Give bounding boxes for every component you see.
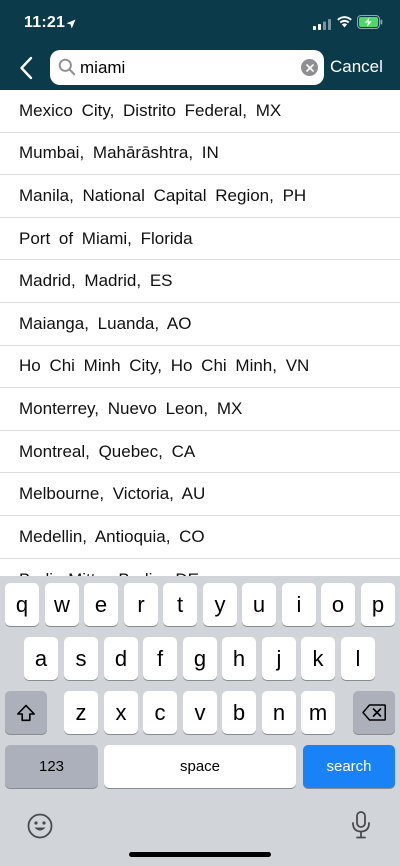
key-a[interactable]: a — [24, 637, 58, 680]
home-indicator — [129, 852, 271, 857]
navigation-header: 11:21 miami Cancel — [0, 0, 400, 90]
key-z[interactable]: z — [64, 691, 98, 734]
key-c[interactable]: c — [143, 691, 177, 734]
key-q[interactable]: q — [5, 583, 39, 626]
location-arrow-icon — [66, 16, 76, 34]
result-row[interactable]: Melbourne, Victoria, AU — [0, 473, 400, 516]
cancel-button[interactable]: Cancel — [330, 57, 383, 77]
key-n[interactable]: n — [262, 691, 296, 734]
search-key[interactable]: search — [303, 745, 395, 788]
result-row[interactable]: Port of Miami, Florida — [0, 218, 400, 261]
search-field[interactable] — [50, 50, 324, 85]
search-icon — [58, 58, 76, 81]
result-row[interactable]: Monterrey, Nuevo Leon, MX — [0, 388, 400, 431]
key-e[interactable]: e — [84, 583, 118, 626]
key-p[interactable]: p — [361, 583, 395, 626]
key-x[interactable]: x — [104, 691, 138, 734]
backspace-icon — [362, 704, 386, 721]
key-j[interactable]: j — [262, 637, 296, 680]
cellular-signal-icon — [313, 17, 331, 35]
onscreen-keyboard: q w e r t y u i o p a s d f g h j k l z … — [0, 576, 400, 866]
dictation-button[interactable] — [349, 810, 373, 845]
key-i[interactable]: i — [282, 583, 316, 626]
key-m[interactable]: m — [301, 691, 335, 734]
search-results-list[interactable]: Mexico City, Distrito Federal, MX Mumbai… — [0, 90, 400, 576]
shift-icon — [17, 704, 35, 721]
key-t[interactable]: t — [163, 583, 197, 626]
key-b[interactable]: b — [222, 691, 256, 734]
result-row[interactable]: Medellin, Antioquia, CO — [0, 516, 400, 559]
key-v[interactable]: v — [183, 691, 217, 734]
key-k[interactable]: k — [301, 637, 335, 680]
key-g[interactable]: g — [183, 637, 217, 680]
clear-search-button[interactable] — [301, 59, 318, 76]
chevron-left-icon — [20, 56, 33, 80]
close-icon — [305, 63, 314, 72]
result-row[interactable]: Berlin-Mitte, Berlin, DE — [0, 559, 400, 576]
shift-key[interactable] — [5, 691, 47, 734]
result-row[interactable]: Manila, National Capital Region, PH — [0, 175, 400, 218]
search-input[interactable] — [80, 54, 290, 81]
key-r[interactable]: r — [124, 583, 158, 626]
key-d[interactable]: d — [104, 637, 138, 680]
battery-charging-icon — [357, 15, 383, 34]
wifi-icon — [336, 15, 353, 33]
back-button[interactable] — [12, 52, 40, 84]
key-o[interactable]: o — [321, 583, 355, 626]
result-row[interactable]: Madrid, Madrid, ES — [0, 260, 400, 303]
key-y[interactable]: y — [203, 583, 237, 626]
result-row[interactable]: Montreal, Quebec, CA — [0, 431, 400, 474]
key-h[interactable]: h — [222, 637, 256, 680]
delete-key[interactable] — [353, 691, 395, 734]
key-u[interactable]: u — [242, 583, 276, 626]
status-bar: 11:21 — [0, 0, 400, 46]
key-s[interactable]: s — [64, 637, 98, 680]
result-row[interactable]: Mumbai, Mahārāshtra, IN — [0, 133, 400, 176]
key-f[interactable]: f — [143, 637, 177, 680]
numbers-key[interactable]: 123 — [5, 745, 98, 788]
result-row[interactable]: Ho Chi Minh City, Ho Chi Minh, VN — [0, 346, 400, 389]
result-row[interactable]: Maianga, Luanda, AO — [0, 303, 400, 346]
space-key[interactable]: space — [104, 745, 296, 788]
status-time: 11:21 — [24, 14, 66, 31]
emoji-icon — [27, 813, 53, 839]
key-w[interactable]: w — [45, 583, 79, 626]
result-row[interactable]: Mexico City, Distrito Federal, MX — [0, 90, 400, 133]
microphone-icon — [352, 811, 370, 839]
emoji-button[interactable] — [26, 812, 54, 845]
key-l[interactable]: l — [341, 637, 375, 680]
